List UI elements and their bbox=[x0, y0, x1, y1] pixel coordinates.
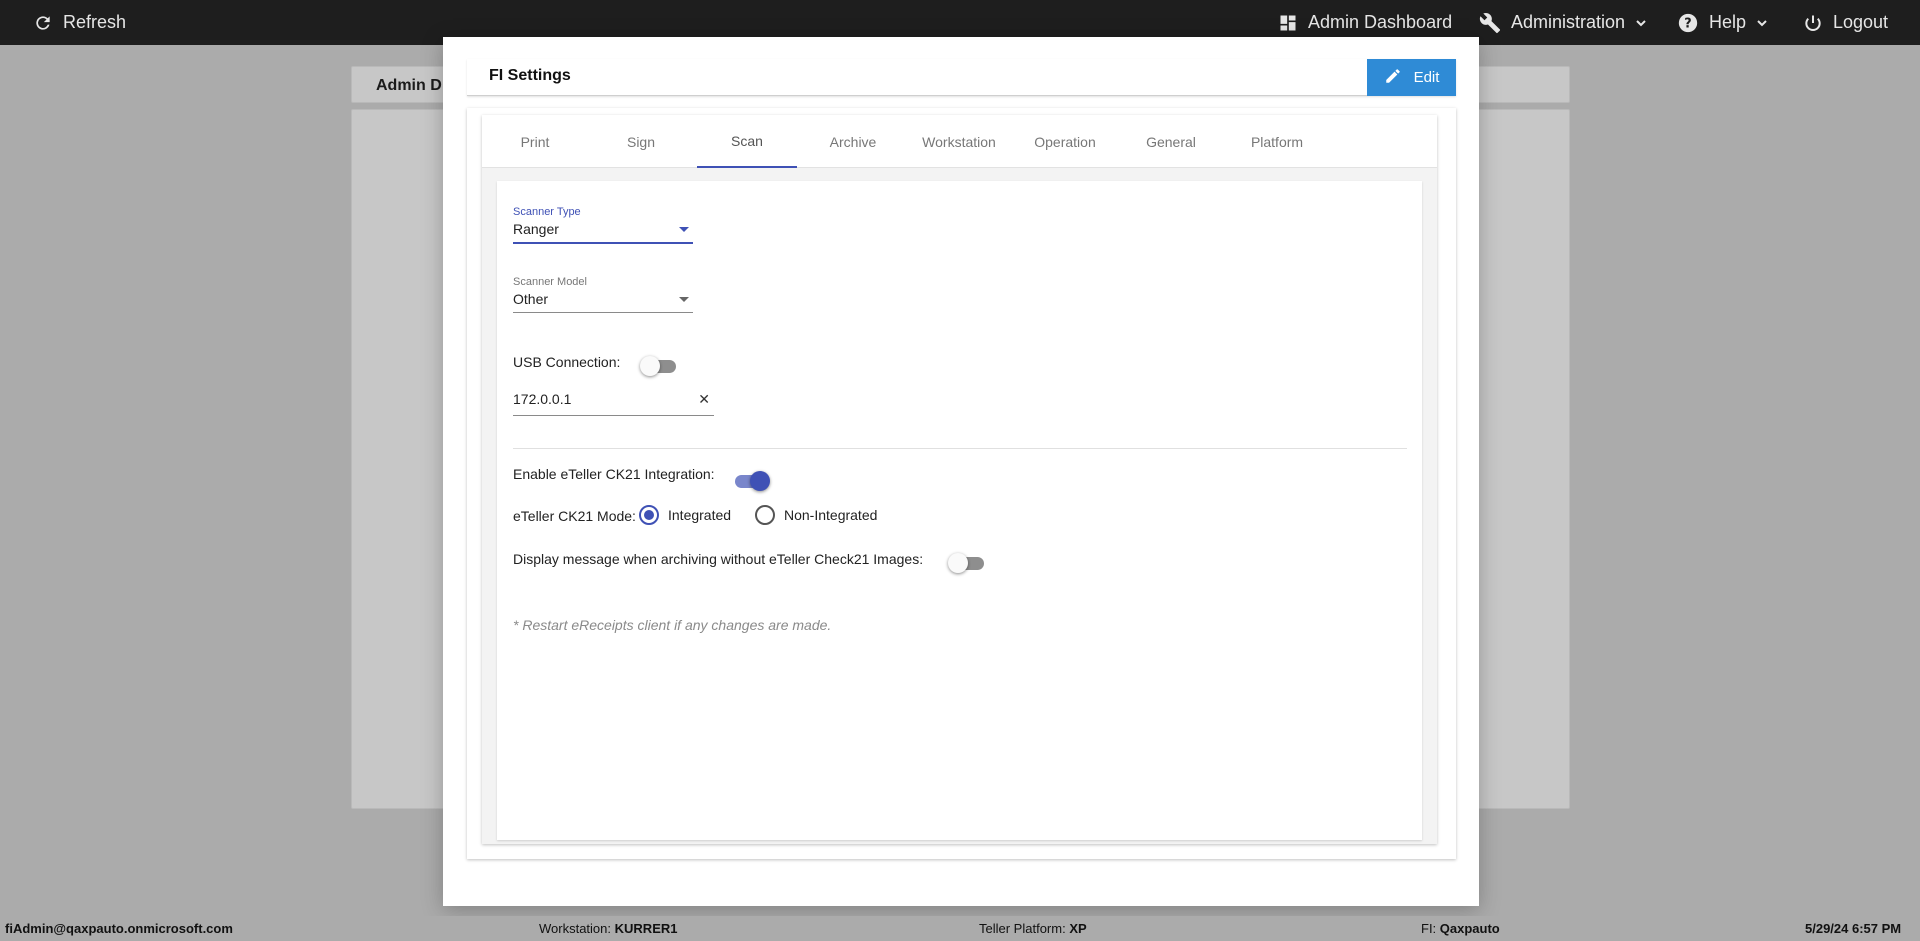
workstation-info: Workstation: KURRER1 bbox=[539, 921, 677, 936]
edit-label: Edit bbox=[1413, 69, 1440, 86]
scanner-model-value-row: Other bbox=[513, 291, 693, 313]
ck21-integration-toggle[interactable] bbox=[733, 469, 770, 491]
fi-value: Qaxpauto bbox=[1439, 921, 1500, 936]
scanner-type-label: Scanner Type bbox=[513, 206, 581, 218]
help-menu[interactable]: ? Help bbox=[1677, 0, 1768, 45]
non-integrated-label: Non-Integrated bbox=[784, 507, 878, 523]
display-message-toggle[interactable] bbox=[948, 551, 984, 573]
tab-print[interactable]: Print bbox=[485, 115, 585, 168]
dialog-header: FI Settings Edit bbox=[467, 59, 1456, 96]
logout-label: Logout bbox=[1833, 12, 1889, 32]
radio-unchecked-icon bbox=[755, 505, 775, 525]
radio-checked-icon bbox=[639, 505, 659, 525]
power-icon bbox=[1803, 13, 1823, 33]
scan-settings-content: Scanner Type Ranger Scanner Model Other … bbox=[497, 181, 1422, 840]
display-message-label: Display message when archiving without e… bbox=[513, 551, 924, 567]
ip-address-field: ✕ bbox=[513, 391, 714, 416]
status-bar: fiAdmin@qaxpauto.onmicrosoft.com Worksta… bbox=[0, 916, 1920, 941]
fi-settings-dialog: FI Settings Edit Print Sign Scan Archive… bbox=[443, 37, 1479, 906]
date-time: 5/29/24 6:57 PM bbox=[1805, 921, 1901, 936]
fi-label: FI: bbox=[1421, 921, 1437, 936]
teller-platform-info: Teller Platform: XP bbox=[979, 921, 1087, 936]
dropdown-arrow-icon bbox=[679, 297, 689, 302]
section-divider bbox=[513, 448, 1407, 449]
integrated-label: Integrated bbox=[668, 507, 732, 523]
wrench-icon bbox=[1479, 12, 1501, 34]
ck21-mode-integrated-radio[interactable]: Integrated bbox=[639, 505, 731, 525]
ip-address-input[interactable] bbox=[513, 391, 683, 407]
scanner-type-value: Ranger bbox=[513, 221, 559, 237]
current-user: fiAdmin@qaxpauto.onmicrosoft.com bbox=[5, 921, 233, 936]
scanner-model-select[interactable]: Scanner Model Other bbox=[513, 276, 693, 313]
tab-sign[interactable]: Sign bbox=[591, 115, 691, 168]
refresh-button[interactable]: Refresh bbox=[33, 0, 126, 45]
chevron-down-icon bbox=[1635, 17, 1647, 29]
background-card-title: Admin D bbox=[376, 77, 442, 94]
administration-menu[interactable]: Administration bbox=[1479, 0, 1647, 45]
svg-text:?: ? bbox=[1684, 16, 1691, 31]
usb-connection-toggle[interactable] bbox=[640, 354, 676, 376]
logout-button[interactable]: Logout bbox=[1803, 0, 1888, 45]
scanner-model-value: Other bbox=[513, 291, 549, 307]
settings-tabs-card: Print Sign Scan Archive Workstation Oper… bbox=[482, 115, 1437, 844]
scanner-type-select[interactable]: Scanner Type Ranger bbox=[513, 206, 693, 244]
platform-value: XP bbox=[1069, 921, 1087, 936]
toggle-thumb bbox=[750, 471, 770, 491]
refresh-icon bbox=[33, 13, 53, 33]
help-label: Help bbox=[1709, 12, 1747, 32]
scanner-type-value-row: Ranger bbox=[513, 221, 693, 244]
workstation-label: Workstation: bbox=[539, 921, 612, 936]
help-icon: ? bbox=[1677, 12, 1699, 34]
ck21-mode-non-integrated-radio[interactable]: Non-Integrated bbox=[755, 505, 877, 525]
toggle-thumb bbox=[948, 553, 968, 573]
tab-operation[interactable]: Operation bbox=[1015, 115, 1115, 168]
tab-platform[interactable]: Platform bbox=[1227, 115, 1327, 168]
refresh-label: Refresh bbox=[63, 12, 127, 32]
tab-scan[interactable]: Scan bbox=[697, 115, 797, 168]
workstation-value: KURRER1 bbox=[614, 921, 678, 936]
ck21-integration-label: Enable eTeller CK21 Integration: bbox=[513, 466, 715, 482]
administration-label: Administration bbox=[1511, 12, 1626, 32]
tab-workstation[interactable]: Workstation bbox=[909, 115, 1009, 168]
toggle-thumb bbox=[640, 356, 660, 376]
restart-note: * Restart eReceipts client if any change… bbox=[513, 617, 832, 633]
tab-general[interactable]: General bbox=[1121, 115, 1221, 168]
usb-connection-label: USB Connection: bbox=[513, 354, 621, 370]
dialog-title: FI Settings bbox=[489, 67, 571, 84]
user-email: fiAdmin@qaxpauto.onmicrosoft.com bbox=[5, 921, 233, 936]
clear-icon[interactable]: ✕ bbox=[698, 391, 710, 408]
scanner-model-label: Scanner Model bbox=[513, 276, 587, 288]
fi-info: FI: Qaxpauto bbox=[1421, 921, 1500, 936]
edit-button[interactable]: Edit bbox=[1367, 59, 1456, 96]
settings-tab-bar: Print Sign Scan Archive Workstation Oper… bbox=[482, 115, 1437, 168]
pencil-icon bbox=[1384, 67, 1402, 89]
tab-archive[interactable]: Archive bbox=[803, 115, 903, 168]
datetime-value: 5/29/24 6:57 PM bbox=[1805, 921, 1902, 936]
platform-label: Teller Platform: bbox=[979, 921, 1066, 936]
dropdown-arrow-icon bbox=[679, 227, 689, 232]
dashboard-icon bbox=[1278, 13, 1298, 33]
ck21-mode-label: eTeller CK21 Mode: bbox=[513, 508, 636, 524]
chevron-down-icon bbox=[1756, 17, 1768, 29]
admin-dashboard-label: Admin Dashboard bbox=[1308, 12, 1453, 32]
